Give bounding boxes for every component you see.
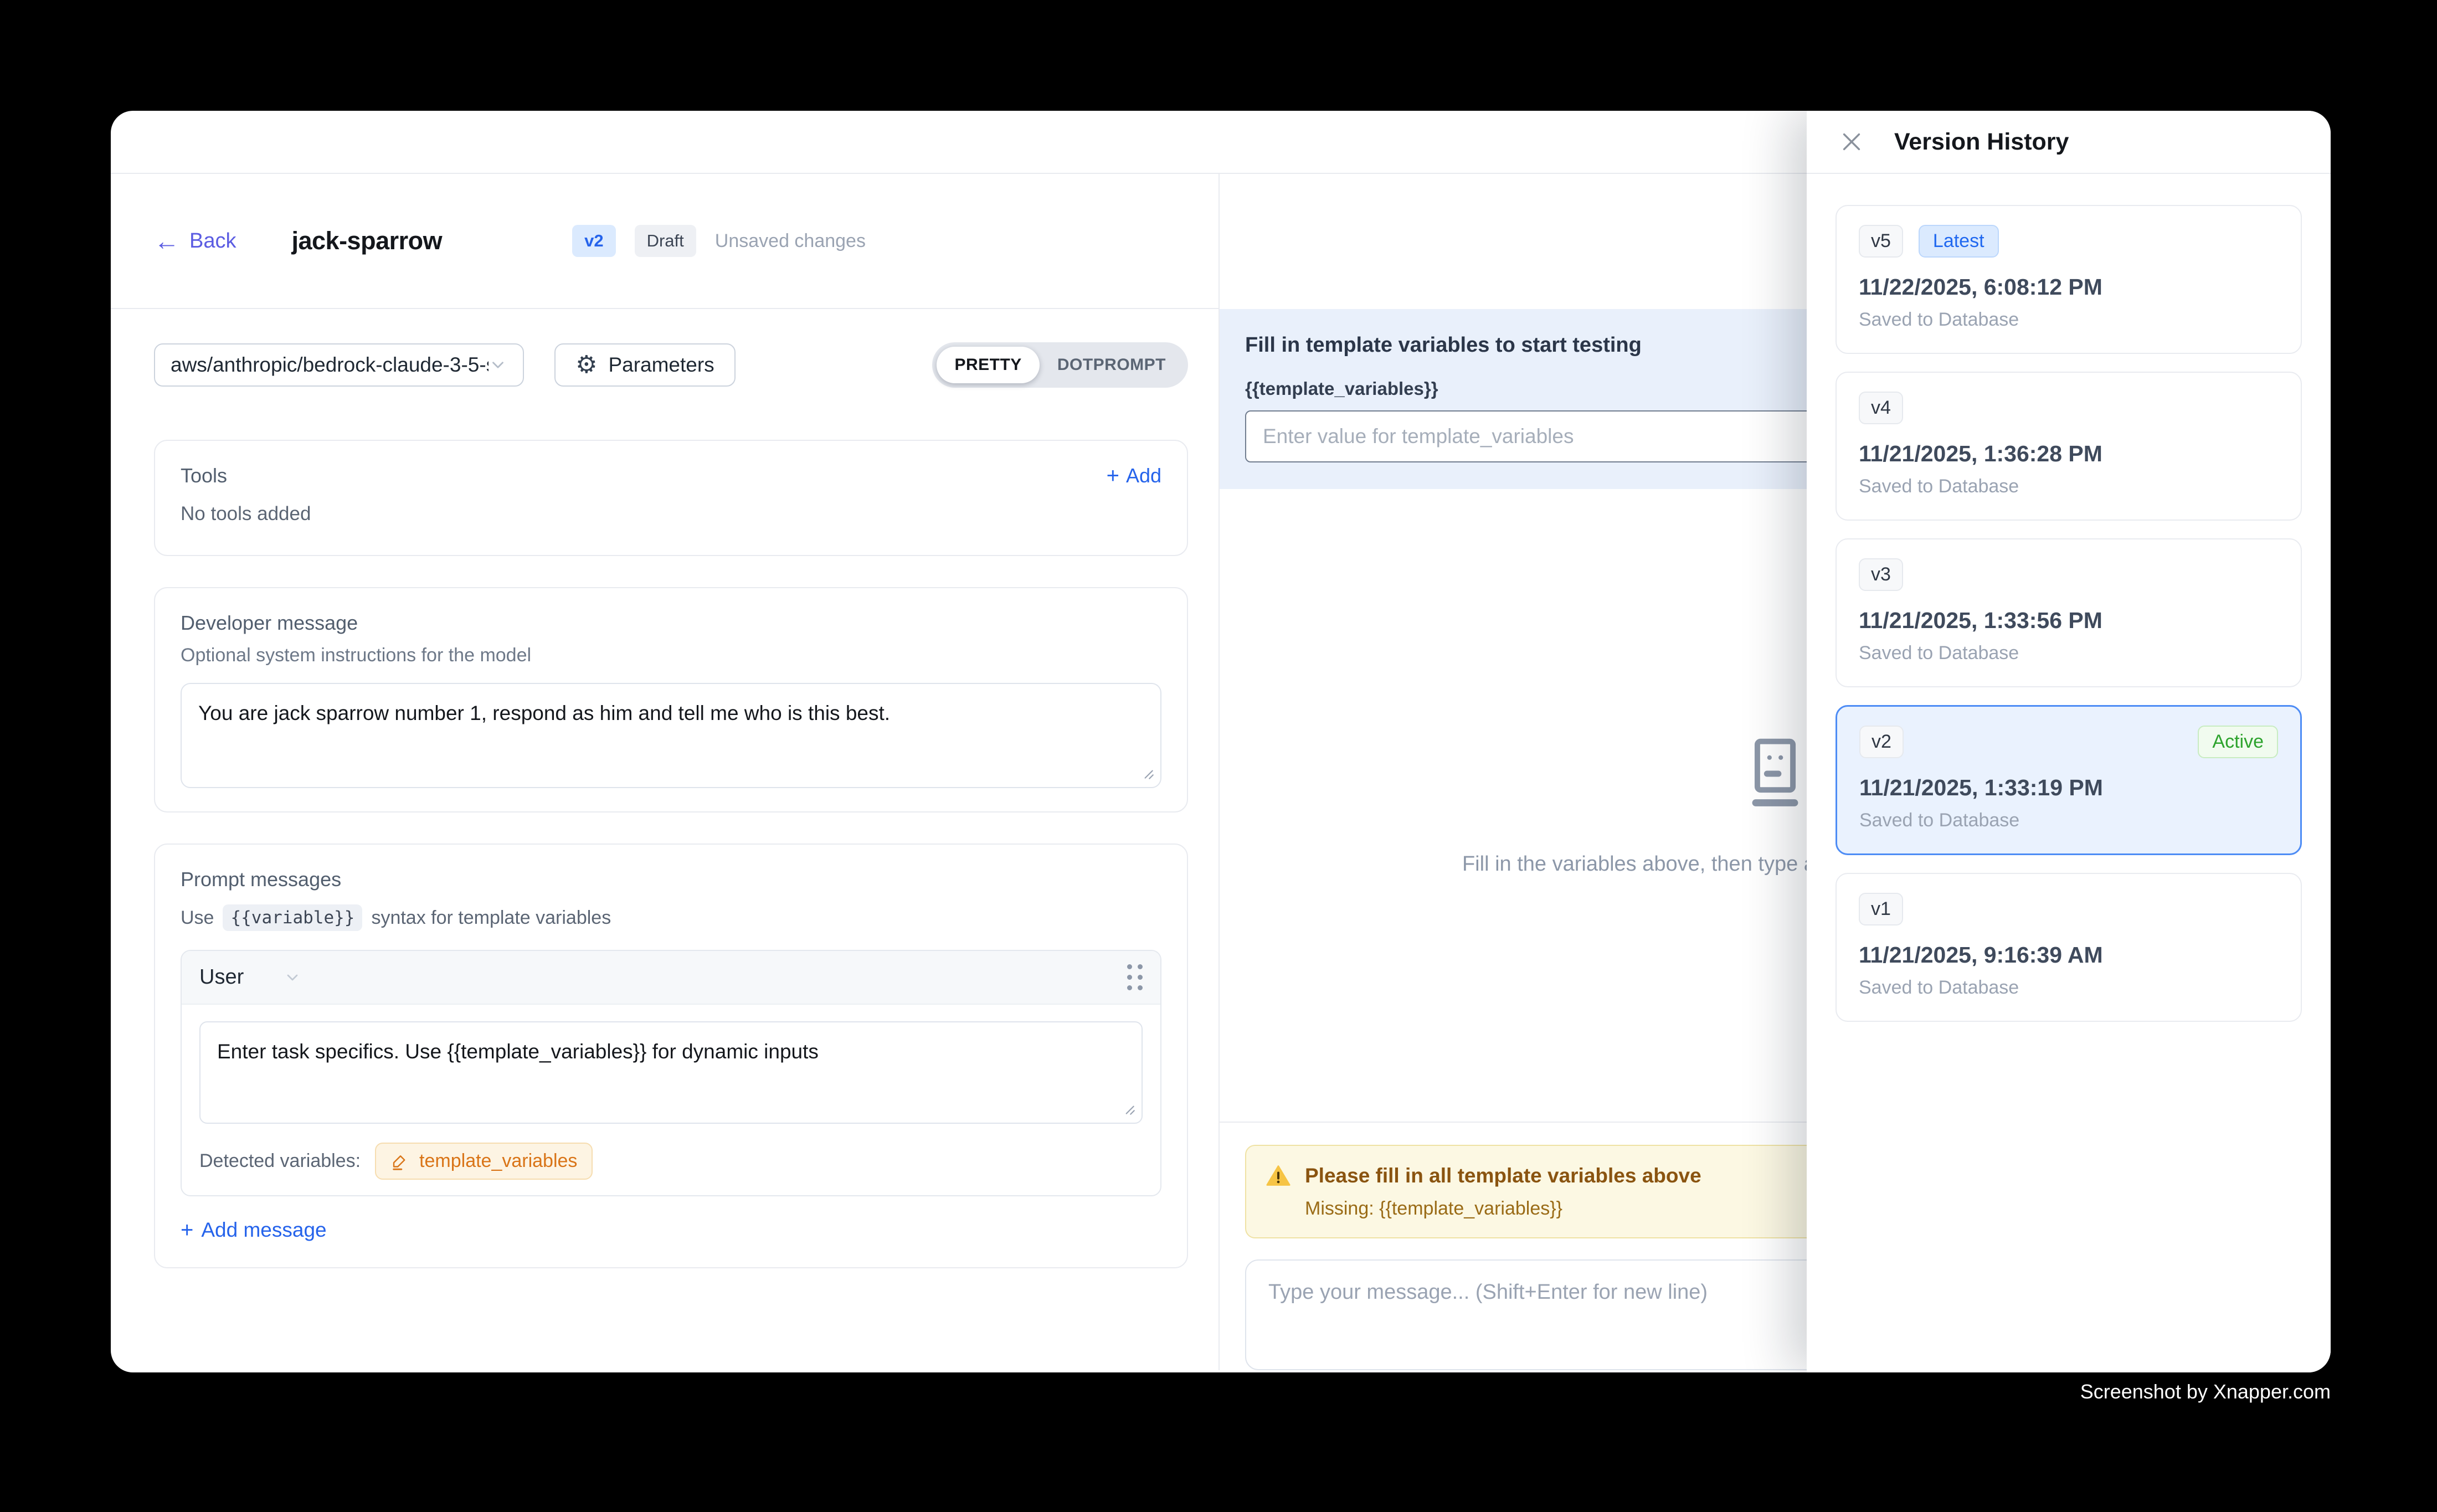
model-toolbar: aws/anthropic/bedrock-claude-3-5-s... ⚙ … xyxy=(154,342,1188,388)
message-textarea-wrap: Enter task specifics. Use {{template_var… xyxy=(199,1021,1143,1124)
syntax-code-chip: {{variable}} xyxy=(223,904,362,931)
user-message-textarea[interactable]: Enter task specifics. Use {{template_var… xyxy=(199,1021,1143,1124)
chevron-down-icon xyxy=(489,356,507,374)
version-history-title: Version History xyxy=(1894,128,2069,156)
message-role-header: User xyxy=(182,951,1160,1005)
version-card-badges: v1 xyxy=(1859,893,2279,925)
version-timestamp: 11/21/2025, 1:33:56 PM xyxy=(1859,608,2279,634)
developer-message-textarea[interactable]: You are jack sparrow number 1, respond a… xyxy=(181,683,1161,788)
message-body: Enter task specifics. Use {{template_var… xyxy=(182,1005,1160,1195)
developer-message-subtitle: Optional system instructions for the mod… xyxy=(181,645,1161,666)
add-message-button[interactable]: + Add message xyxy=(181,1218,1161,1242)
close-button[interactable] xyxy=(1839,129,1864,155)
add-tool-button[interactable]: + Add xyxy=(1107,464,1161,487)
drag-handle-icon[interactable] xyxy=(1127,964,1143,990)
detected-variable-name: template_variables xyxy=(419,1150,577,1172)
version-status: Saved to Database xyxy=(1859,810,2278,831)
parameters-button[interactable]: ⚙ Parameters xyxy=(554,343,736,387)
version-card-v2[interactable]: v2 Active 11/21/2025, 1:33:19 PM Saved t… xyxy=(1836,705,2302,855)
back-button[interactable]: ← Back xyxy=(154,228,236,254)
plus-icon: + xyxy=(181,1219,193,1241)
syntax-prefix: Use xyxy=(181,907,214,929)
toggle-pretty[interactable]: PRETTY xyxy=(937,347,1039,383)
syntax-hint: Use {{variable}} syntax for template var… xyxy=(181,904,1161,931)
version-card-v3[interactable]: v3 11/21/2025, 1:33:56 PM Saved to Datab… xyxy=(1836,538,2302,687)
detected-variables-row: Detected variables: template_variables xyxy=(199,1143,1143,1180)
version-card-v4[interactable]: v4 11/21/2025, 1:36:28 PM Saved to Datab… xyxy=(1836,372,2302,521)
add-message-label: Add message xyxy=(201,1218,326,1242)
message-block: User Enter task specifics. Use {{templat… xyxy=(181,950,1161,1196)
pencil-line-icon xyxy=(390,1152,409,1171)
version-history-panel: Version History v5 Latest 11/22/2025, 6:… xyxy=(1807,111,2331,1372)
version-card-v5[interactable]: v5 Latest 11/22/2025, 6:08:12 PM Saved t… xyxy=(1836,205,2302,354)
page-header: ← Back jack-sparrow v2 Draft Unsaved cha… xyxy=(111,174,1218,309)
detected-variables-label: Detected variables: xyxy=(199,1150,361,1172)
gear-icon: ⚙ xyxy=(575,353,597,377)
version-card-badges: v3 xyxy=(1859,558,2279,591)
syntax-suffix: syntax for template variables xyxy=(371,907,611,929)
add-tool-label: Add xyxy=(1126,464,1161,487)
version-timestamp: 11/21/2025, 1:36:28 PM xyxy=(1859,441,2279,467)
version-number-badge: v3 xyxy=(1859,558,1903,591)
robot-icon xyxy=(1736,735,1814,812)
format-toggle: PRETTY DOTPROMPT xyxy=(932,342,1188,388)
resize-grip-icon xyxy=(1122,1102,1136,1116)
version-card-badges: v2 Active xyxy=(1859,726,2278,758)
version-status: Saved to Database xyxy=(1859,642,2279,664)
chevron-down-icon xyxy=(284,969,301,986)
tools-empty-text: No tools added xyxy=(181,503,1161,525)
unsaved-changes-label: Unsaved changes xyxy=(715,230,866,252)
version-status: Saved to Database xyxy=(1859,476,2279,497)
draft-status-badge: Draft xyxy=(635,225,696,256)
app-window: ← Back jack-sparrow v2 Draft Unsaved cha… xyxy=(111,111,2331,1372)
prompt-editor-column: ← Back jack-sparrow v2 Draft Unsaved cha… xyxy=(111,174,1220,1370)
tools-title: Tools xyxy=(181,464,227,487)
version-card-badges: v4 xyxy=(1859,392,2279,424)
version-timestamp: 11/21/2025, 9:16:39 AM xyxy=(1859,942,2279,968)
version-list: v5 Latest 11/22/2025, 6:08:12 PM Saved t… xyxy=(1807,174,2331,1053)
role-select-value[interactable]: User xyxy=(199,965,244,989)
developer-message-card: Developer message Optional system instru… xyxy=(154,587,1188,812)
developer-textarea-wrap: You are jack sparrow number 1, respond a… xyxy=(181,683,1161,788)
editor-content: aws/anthropic/bedrock-claude-3-5-s... ⚙ … xyxy=(111,309,1218,1370)
version-history-header: Version History xyxy=(1807,111,2331,174)
active-badge: Active xyxy=(2198,726,2278,758)
back-label: Back xyxy=(189,229,236,253)
version-number-badge: v5 xyxy=(1859,225,1903,258)
version-status: Saved to Database xyxy=(1859,977,2279,999)
version-timestamp: 11/22/2025, 6:08:12 PM xyxy=(1859,274,2279,300)
version-number-badge: v1 xyxy=(1859,893,1903,925)
close-icon xyxy=(1839,129,1864,155)
version-card-badges: v5 Latest xyxy=(1859,225,2279,258)
warning-triangle-icon xyxy=(1266,1164,1291,1188)
warning-title: Please fill in all template variables ab… xyxy=(1305,1164,1701,1187)
watermark-label: Screenshot by Xnapper.com xyxy=(2080,1380,2331,1403)
version-badge: v2 xyxy=(572,225,615,256)
model-select-value: aws/anthropic/bedrock-claude-3-5-s... xyxy=(171,353,489,377)
screenshot-background: ← Back jack-sparrow v2 Draft Unsaved cha… xyxy=(0,0,2437,1512)
back-arrow-icon: ← xyxy=(154,228,179,254)
tools-card: Tools + Add No tools added xyxy=(154,440,1188,556)
resize-grip-icon xyxy=(1140,766,1155,780)
toggle-dotprompt[interactable]: DOTPROMPT xyxy=(1040,347,1184,383)
version-number-badge: v4 xyxy=(1859,392,1903,424)
version-timestamp: 11/21/2025, 1:33:19 PM xyxy=(1859,775,2278,801)
prompt-messages-card: Prompt messages Use {{variable}} syntax … xyxy=(154,844,1188,1268)
version-number-badge: v2 xyxy=(1859,726,1904,758)
model-select[interactable]: aws/anthropic/bedrock-claude-3-5-s... xyxy=(154,343,524,387)
parameters-label: Parameters xyxy=(608,353,714,377)
plus-icon: + xyxy=(1107,465,1119,487)
latest-badge: Latest xyxy=(1919,225,1999,258)
page-title: jack-sparrow xyxy=(291,227,442,255)
tools-card-header: Tools + Add xyxy=(181,464,1161,487)
version-status: Saved to Database xyxy=(1859,309,2279,331)
prompt-messages-title: Prompt messages xyxy=(181,868,1161,891)
version-card-v1[interactable]: v1 11/21/2025, 9:16:39 AM Saved to Datab… xyxy=(1836,873,2302,1022)
detected-variable-chip[interactable]: template_variables xyxy=(375,1143,593,1180)
developer-message-title: Developer message xyxy=(181,611,1161,635)
